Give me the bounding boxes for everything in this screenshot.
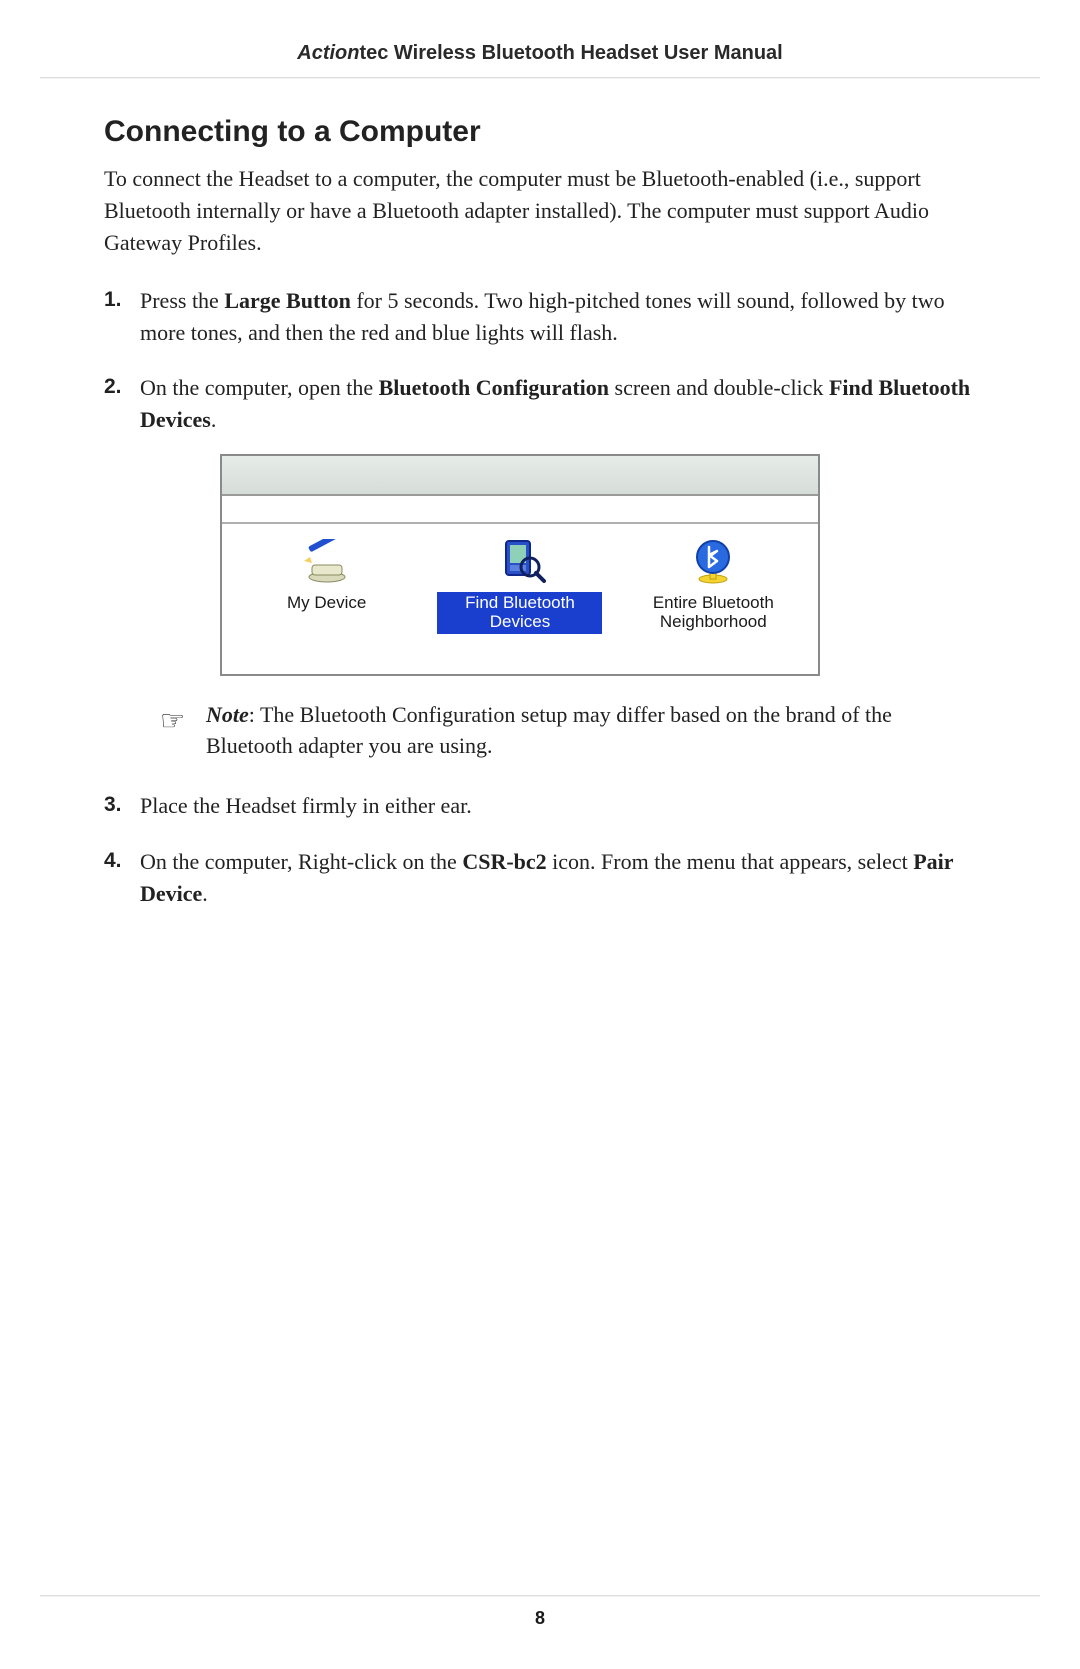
- step-bold: CSR-bc2: [462, 849, 546, 874]
- step-bold: Large Button: [224, 288, 351, 313]
- divider-top: [40, 77, 1040, 79]
- my-device-item[interactable]: My Device: [244, 536, 409, 615]
- steps-list: 1. Press the Large Button for 5 seconds.…: [104, 285, 984, 910]
- brand-italic: Action: [297, 42, 359, 64]
- step-4: 4. On the computer, Right-click on the C…: [140, 846, 984, 910]
- note-body: : The Bluetooth Configuration setup may …: [206, 702, 892, 758]
- header-title-rest: Wireless Bluetooth Headset User Manual: [388, 42, 782, 64]
- window-addressbar: [222, 496, 818, 524]
- step-text: Place the Headset firmly in either ear.: [140, 793, 472, 818]
- step-text-pre: On the computer, open the: [140, 375, 379, 400]
- step-number: 4.: [104, 846, 122, 876]
- section-title: Connecting to a Computer: [104, 115, 984, 149]
- step-text-post: .: [211, 407, 217, 432]
- step-text-post: .: [202, 881, 208, 906]
- step-1: 1. Press the Large Button for 5 seconds.…: [140, 285, 984, 349]
- pointing-hand-icon: ☞: [160, 702, 206, 741]
- intro-paragraph: To connect the Headset to a computer, th…: [104, 163, 984, 259]
- note-label: Note: [206, 702, 249, 727]
- note-block: ☞ Note: The Bluetooth Configuration setu…: [160, 700, 984, 762]
- item-label: My Device: [283, 592, 370, 615]
- page-number: 8: [0, 1608, 1080, 1629]
- device-pen-icon: [300, 536, 354, 586]
- step-text-mid: screen and double-click: [609, 375, 829, 400]
- step-text-pre: Press the: [140, 288, 224, 313]
- step-3: 3. Place the Headset firmly in either ea…: [140, 790, 984, 822]
- item-label: Find Bluetooth Devices: [437, 592, 602, 633]
- bluetooth-config-window: My Device Find Bluetooth: [220, 454, 820, 676]
- window-body: My Device Find Bluetooth: [222, 524, 818, 674]
- step-text-mid: icon. From the menu that appears, select: [547, 849, 914, 874]
- find-bluetooth-devices-item[interactable]: Find Bluetooth Devices: [437, 536, 602, 633]
- window-toolbar: [222, 456, 818, 496]
- page-header: Actiontec Wireless Bluetooth Headset Use…: [0, 0, 1080, 77]
- pda-magnifier-icon: [493, 536, 547, 586]
- step-text-pre: On the computer, Right-click on the: [140, 849, 462, 874]
- bluetooth-globe-icon: [686, 536, 740, 586]
- entire-bluetooth-neighborhood-item[interactable]: Entire Bluetooth Neighborhood: [631, 536, 796, 633]
- item-label: Entire Bluetooth Neighborhood: [631, 592, 796, 633]
- content-area: Connecting to a Computer To connect the …: [0, 115, 1080, 910]
- step-number: 1.: [104, 285, 122, 315]
- step-2: 2. On the computer, open the Bluetooth C…: [140, 372, 984, 761]
- step-number: 3.: [104, 790, 122, 820]
- brand-suffix: tec: [359, 42, 388, 64]
- divider-bottom: [40, 1595, 1040, 1597]
- note-text: Note: The Bluetooth Configuration setup …: [206, 700, 984, 762]
- step-number: 2.: [104, 372, 122, 402]
- step-bold: Bluetooth Configuration: [379, 375, 609, 400]
